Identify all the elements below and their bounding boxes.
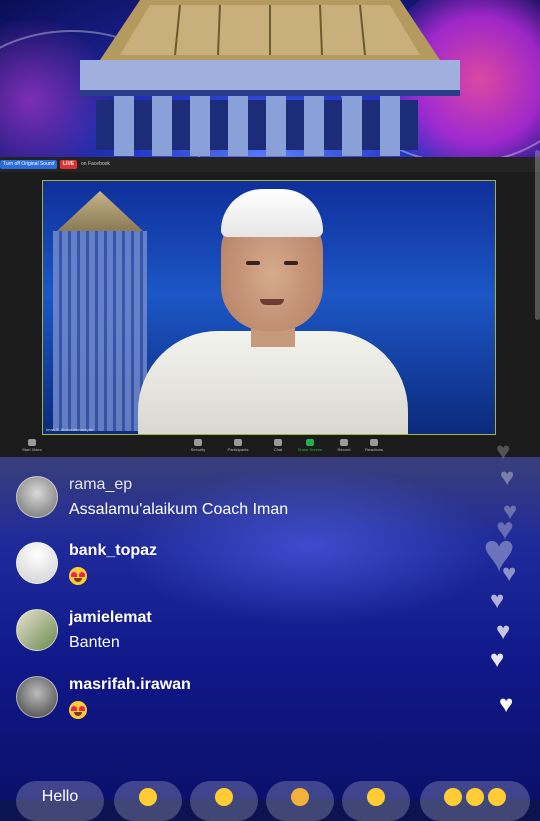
live-badge: LIVE xyxy=(60,160,78,169)
quick-reaction-button[interactable] xyxy=(190,781,258,821)
comment-username[interactable]: bank_topaz xyxy=(69,542,157,560)
zoom-top-bar: Turn off Original Sound LIVE on Facebook xyxy=(0,157,540,172)
comment-username[interactable]: jamielemat xyxy=(69,609,152,627)
heart-icon: ♥ xyxy=(496,618,511,645)
original-sound-toggle[interactable]: Turn off Original Sound xyxy=(0,160,58,169)
speaker-video: Iman S. Abdurrahmansyah xyxy=(42,180,496,435)
emoji-icon xyxy=(215,788,233,806)
heart-eyes-emoji-icon xyxy=(69,567,87,585)
live-comment: masrifah.irawan xyxy=(16,676,436,724)
avatar[interactable] xyxy=(16,676,58,718)
participants-button[interactable]: Participants xyxy=(218,439,258,452)
live-comment: bank_topaz xyxy=(16,542,436,590)
heart-icon: ♥ xyxy=(490,587,505,614)
heart-icon: ♥ xyxy=(490,646,505,673)
heart-icon: ♥ xyxy=(502,560,517,587)
quick-reply-hello[interactable]: Hello xyxy=(16,781,104,821)
heart-icon: ♥ xyxy=(499,691,514,718)
zoom-toolbar: Start Video Security Participants Chat S… xyxy=(0,437,540,457)
comment-text: Banten xyxy=(69,634,120,651)
speaker-name-label: Iman S. Abdurrahmansyah xyxy=(46,427,94,432)
avatar[interactable] xyxy=(16,542,58,584)
live-background-top xyxy=(0,0,540,160)
heart-eyes-emoji-icon xyxy=(69,701,87,719)
emoji-icon xyxy=(466,788,484,806)
start-video-button[interactable]: Start Video xyxy=(12,439,52,452)
comment-text: Assalamu'alaikum Coach Iman xyxy=(69,501,289,518)
security-button[interactable]: Security xyxy=(178,439,218,452)
building-illustration xyxy=(80,0,460,156)
comment-emoji xyxy=(69,701,87,719)
heart-icon: ♥ xyxy=(500,464,515,491)
live-platform-label: on Facebook xyxy=(81,161,110,167)
scroll-indicator[interactable] xyxy=(535,150,540,320)
thumbs-up-icon xyxy=(367,788,385,806)
smiley-icon xyxy=(370,439,378,446)
emoji-icon xyxy=(139,788,157,806)
live-comment: rama_ep Assalamu'alaikum Coach Iman xyxy=(16,476,436,524)
reactions-button[interactable]: Reactions xyxy=(354,439,394,452)
emoji-icon xyxy=(488,788,507,806)
participants-icon xyxy=(234,439,242,446)
avatar[interactable] xyxy=(16,609,58,651)
comment-emoji xyxy=(69,567,87,585)
comment-username[interactable]: rama_ep xyxy=(69,476,132,494)
share-screen-icon xyxy=(306,439,314,446)
quick-reaction-button[interactable] xyxy=(342,781,410,821)
chat-bubble-icon xyxy=(274,439,282,446)
video-camera-icon xyxy=(28,439,36,446)
speaker-figure xyxy=(138,181,408,434)
clap-icon xyxy=(291,788,309,806)
emoji-icon xyxy=(443,788,462,806)
comment-username[interactable]: masrifah.irawan xyxy=(69,676,191,694)
heart-icon: ♥ xyxy=(496,438,511,465)
live-comment: jamielemat Banten xyxy=(16,609,436,657)
zoom-meeting-window: Turn off Original Sound LIVE on Facebook… xyxy=(0,157,540,457)
quick-reaction-button[interactable] xyxy=(266,781,334,821)
shield-icon xyxy=(194,439,202,446)
quick-reaction-button[interactable] xyxy=(420,781,530,821)
record-icon xyxy=(340,439,348,446)
avatar[interactable] xyxy=(16,476,58,518)
quick-reaction-button[interactable] xyxy=(114,781,182,821)
